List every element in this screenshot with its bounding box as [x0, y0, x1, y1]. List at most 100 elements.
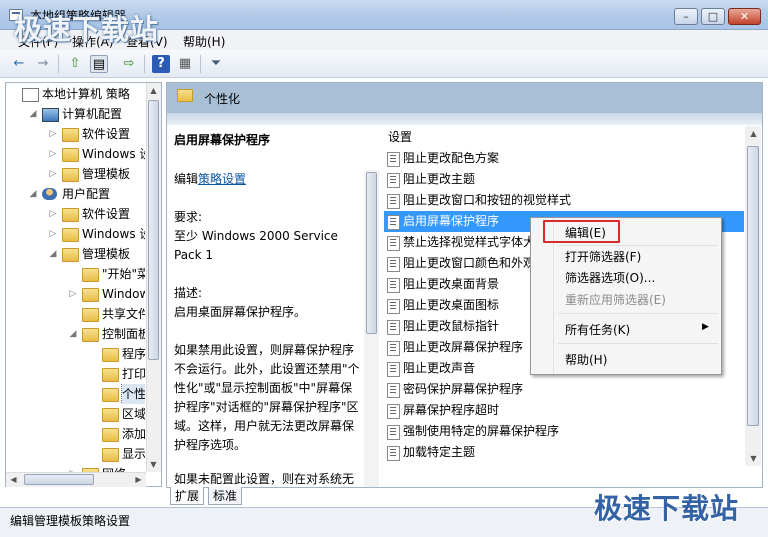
tree-item[interactable]: ▷ Windows 设置: [6, 144, 145, 164]
collapsed-arrow-icon[interactable]: ▷: [48, 164, 58, 184]
scroll-up-icon[interactable]: ▲: [146, 83, 161, 98]
tree-item[interactable]: ▷ Windows 组件: [6, 284, 145, 304]
scroll-down-icon[interactable]: ▼: [146, 457, 161, 472]
tree-item-label: 共享文件夹: [102, 307, 145, 321]
menu-item-help[interactable]: 帮助(H): [565, 351, 607, 368]
tree-item[interactable]: ◢ 用户配置: [6, 184, 145, 204]
edit-policy-link[interactable]: 策略设置: [198, 172, 246, 186]
setting-row[interactable]: 强制使用特定的屏幕保护程序: [384, 421, 744, 442]
collapsed-arrow-icon[interactable]: ▷: [68, 284, 78, 304]
tree-item[interactable]: ◢ 管理模板: [6, 244, 145, 264]
policy-setting-icon: [387, 173, 400, 188]
requirements-value: 至少 Windows 2000 Service Pack 1: [174, 229, 338, 262]
toolbar-separator: [200, 55, 201, 73]
scroll-up-icon[interactable]: ▲: [746, 126, 761, 141]
up-folder-icon[interactable]: ⇧: [66, 55, 84, 73]
column-header-setting[interactable]: 设置: [383, 126, 746, 146]
expanded-arrow-icon[interactable]: ◢: [68, 324, 78, 344]
tree-item[interactable]: ◢ 计算机配置: [6, 104, 145, 124]
collapsed-arrow-icon[interactable]: ▷: [48, 144, 58, 164]
policy-icon: [22, 88, 39, 102]
folder-icon: [102, 348, 119, 362]
help-icon[interactable]: ?: [152, 55, 170, 73]
scroll-left-icon[interactable]: ◀: [6, 472, 21, 487]
expanded-arrow-icon[interactable]: ◢: [28, 184, 38, 204]
tree-item-label: 显示: [122, 447, 145, 461]
export-list-icon[interactable]: ⇨: [120, 55, 138, 73]
setting-label: 强制使用特定的屏幕保护程序: [403, 424, 560, 438]
setting-row[interactable]: 加载特定主题: [384, 442, 744, 463]
forward-icon[interactable]: →: [34, 55, 52, 73]
menu-item-edit[interactable]: 编辑(E): [565, 224, 606, 241]
tree-item[interactable]: 显示: [6, 444, 145, 464]
folder-icon: [82, 308, 99, 322]
tree-item[interactable]: 打印机: [6, 364, 145, 384]
setting-label: 阻止更改配色方案: [403, 151, 500, 165]
setting-row[interactable]: 阻止更改配色方案: [384, 148, 744, 169]
setting-label: 加载特定主题: [403, 445, 476, 459]
setting-label: 阻止更改声音: [403, 361, 476, 375]
status-text: 编辑管理模板策略设置: [10, 514, 131, 528]
show-hide-tree-icon[interactable]: ▤: [90, 55, 108, 73]
setting-row[interactable]: 密码保护屏幕保护程序: [384, 379, 744, 400]
tree-item[interactable]: 本地计算机 策略: [6, 84, 145, 104]
maximize-button[interactable]: □: [701, 8, 725, 25]
menu-item-filter-options[interactable]: 筛选器选项(O)...: [565, 269, 655, 286]
setting-row[interactable]: 屏幕保护程序超时: [384, 400, 744, 421]
setting-label: 阻止更改屏幕保护程序: [403, 340, 524, 354]
tree-item[interactable]: 程序: [6, 344, 145, 364]
tree-item[interactable]: ▷ 管理模板: [6, 164, 145, 184]
menu-item-open-filter[interactable]: 打开筛选器(F): [565, 248, 641, 265]
setting-label: 阻止更改鼠标指针: [403, 319, 500, 333]
policy-setting-icon: [387, 404, 400, 419]
tree-item[interactable]: ▷ 软件设置: [6, 204, 145, 224]
collapsed-arrow-icon[interactable]: ▷: [48, 124, 58, 144]
setting-label: 阻止更改桌面图标: [403, 298, 500, 312]
user-icon: [42, 188, 57, 200]
tree-hscroll-thumb[interactable]: [24, 474, 94, 485]
column-header-label: 设置: [388, 130, 413, 144]
list-scroll-thumb[interactable]: [747, 146, 759, 426]
header-title: 个性化: [204, 92, 241, 106]
tree-item[interactable]: ▷ 软件设置: [6, 124, 145, 144]
tree-item-label: 区域和语言: [122, 407, 145, 421]
collapsed-arrow-icon[interactable]: ▷: [48, 224, 58, 244]
policy-setting-icon: [387, 383, 400, 398]
tree-scroll-thumb[interactable]: [148, 100, 159, 360]
policy-setting-icon: [387, 299, 400, 314]
view-icon[interactable]: ▦: [176, 55, 194, 73]
tree-item[interactable]: ▷ Windows 设置: [6, 224, 145, 244]
close-button[interactable]: ✕: [728, 8, 761, 25]
tree-item[interactable]: 共享文件夹: [6, 304, 145, 324]
setting-label: 屏幕保护程序超时: [403, 403, 500, 417]
tab-extended[interactable]: 扩展: [170, 487, 205, 505]
scroll-down-icon[interactable]: ▼: [746, 451, 761, 466]
collapsed-arrow-icon[interactable]: ▷: [48, 204, 58, 224]
folder-icon: [62, 148, 79, 162]
tree-item[interactable]: ◢ 控制面板: [6, 324, 145, 344]
setting-row[interactable]: 阻止更改窗口和按钮的视觉样式: [384, 190, 744, 211]
menu-item-all-tasks[interactable]: 所有任务(K): [565, 321, 630, 338]
description-scroll-thumb[interactable]: [366, 172, 377, 334]
filter-icon[interactable]: ⏷: [207, 55, 225, 73]
tree-item[interactable]: 区域和语言: [6, 404, 145, 424]
setting-label: 禁止选择视觉样式字体大小: [403, 235, 548, 249]
scroll-right-icon[interactable]: ▶: [131, 472, 146, 487]
tree-item-label: 个性化: [120, 384, 145, 404]
policy-setting-icon: [387, 257, 400, 272]
setting-row[interactable]: 阻止更改主题: [384, 169, 744, 190]
tab-standard[interactable]: 标准: [208, 487, 243, 505]
expanded-arrow-icon[interactable]: ◢: [48, 244, 58, 264]
expanded-arrow-icon[interactable]: ◢: [28, 104, 38, 124]
menu-help[interactable]: 帮助(H): [183, 33, 225, 50]
minimize-button[interactable]: –: [674, 8, 698, 25]
policy-setting-icon: [387, 446, 400, 461]
tree-item[interactable]: "开始"菜单: [6, 264, 145, 284]
tree-item[interactable]: 个性化: [6, 384, 145, 404]
policy-title: 启用屏幕保护程序: [174, 133, 271, 147]
tree-item[interactable]: 添加或删除程序: [6, 424, 145, 444]
back-icon[interactable]: ←: [10, 55, 28, 73]
setting-label: 阻止更改窗口和按钮的视觉样式: [403, 193, 572, 207]
setting-label: 阻止更改主题: [403, 172, 476, 186]
watermark-bottom: 极速下载站: [594, 492, 740, 525]
